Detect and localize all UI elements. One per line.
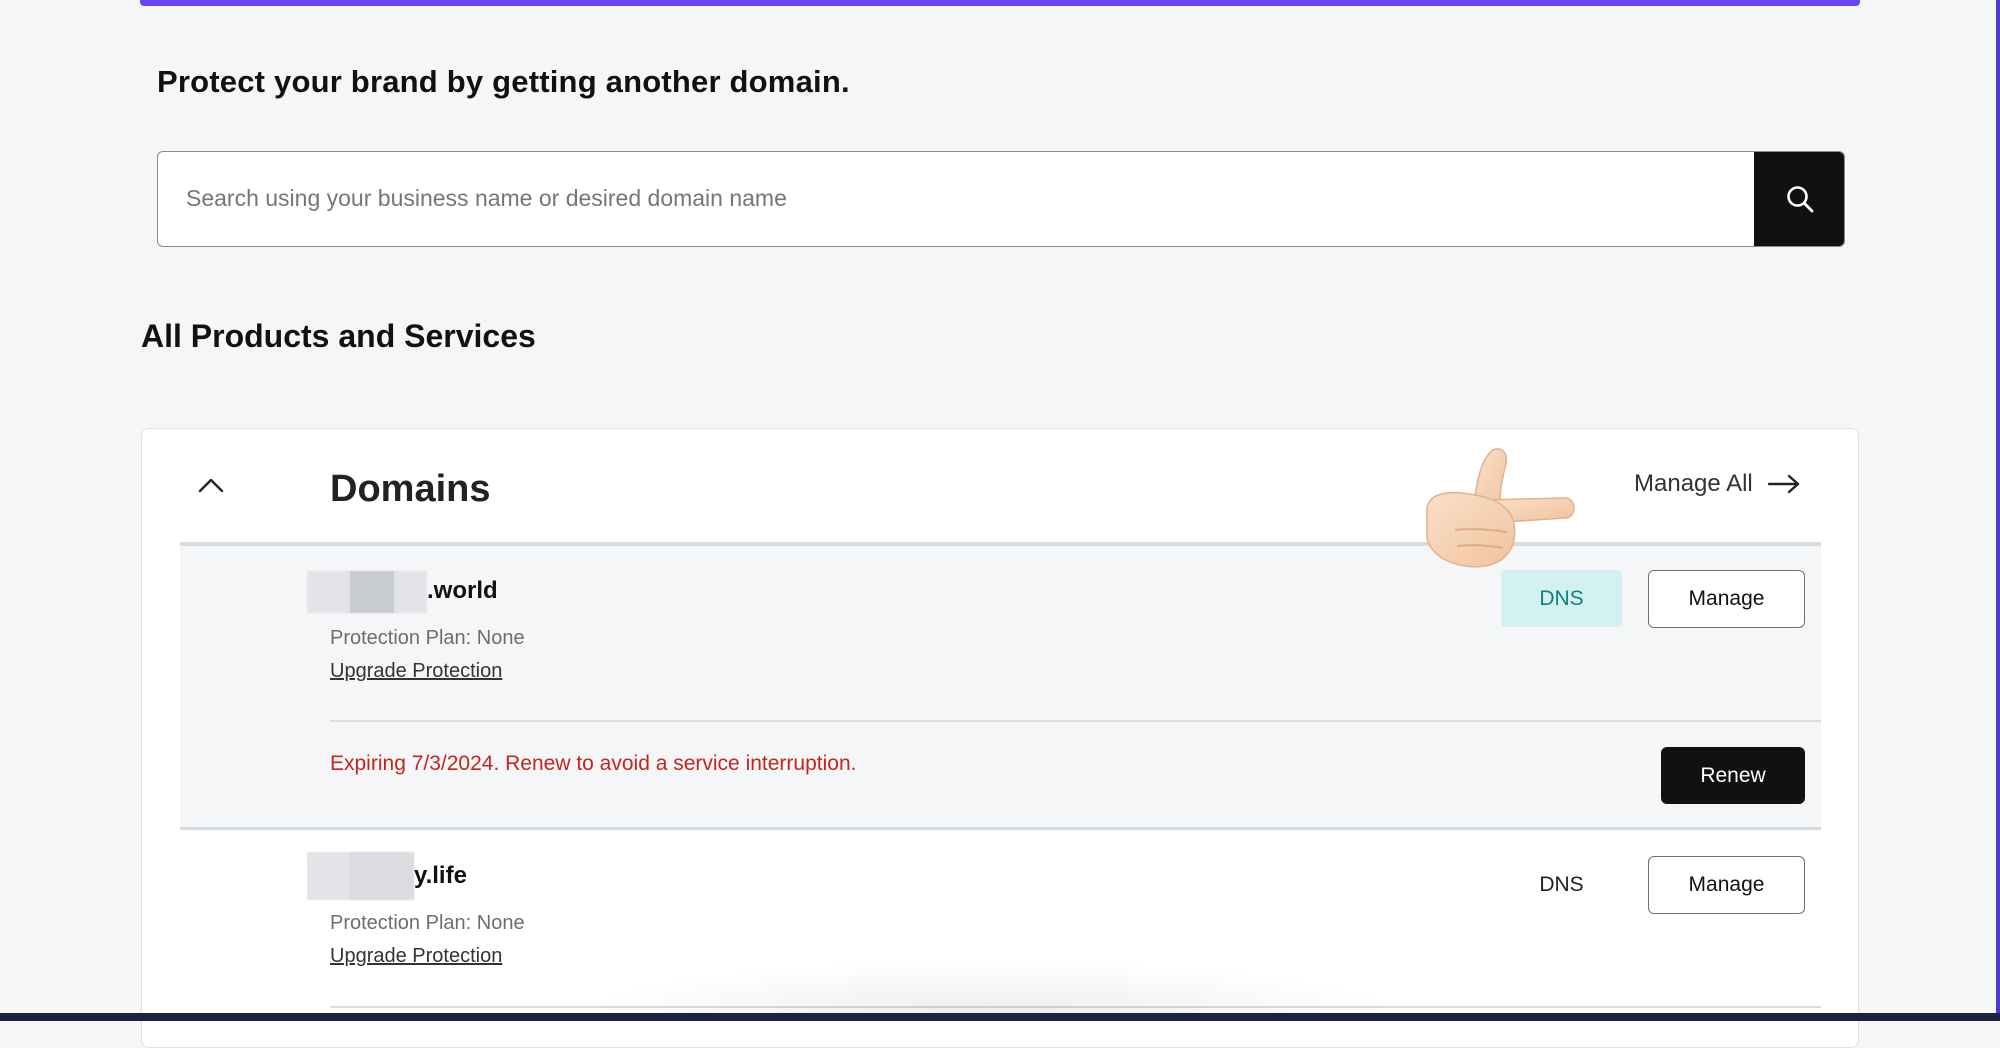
window-edge [1996,0,2000,1021]
arrow-right-icon [1767,474,1799,494]
manage-button[interactable]: Manage [1648,856,1805,914]
upgrade-protection-link[interactable]: Upgrade Protection [330,945,502,968]
domain-name-life[interactable]: y.life [414,862,467,890]
top-accent-bar [140,0,1860,6]
manage-all-link[interactable]: Manage All [1634,470,1801,498]
pointing-hand-icon [1426,448,1575,568]
protection-plan-text: Protection Plan: None [330,912,525,934]
domains-title: Domains [330,468,491,510]
bottom-fade [560,960,1420,1020]
promo-heading: Protect your brand by getting another do… [157,64,850,99]
taskbar-edge [0,1013,2000,1021]
manage-all-label: Manage All [1634,470,1753,497]
domain-search-input[interactable] [158,152,1755,245]
redacted-domain-prefix-dark [350,852,414,900]
chevron-up-icon[interactable] [196,470,226,500]
manage-button[interactable]: Manage [1648,570,1805,628]
search-icon [1787,186,1814,213]
row-divider [330,720,1821,722]
dns-button[interactable]: DNS [1501,570,1622,627]
expiry-warning: Expiring 7/3/2024. Renew to avoid a serv… [330,752,857,775]
dns-button[interactable]: DNS [1501,856,1622,913]
section-heading: All Products and Services [141,318,536,354]
domain-name-world[interactable]: .world [427,577,498,605]
domain-search-box [157,151,1845,247]
redacted-domain-prefix-dark [350,571,394,613]
search-button[interactable] [1754,152,1844,246]
protection-plan-text: Protection Plan: None [330,627,525,649]
renew-button[interactable]: Renew [1661,747,1805,804]
upgrade-protection-link[interactable]: Upgrade Protection [330,660,502,683]
